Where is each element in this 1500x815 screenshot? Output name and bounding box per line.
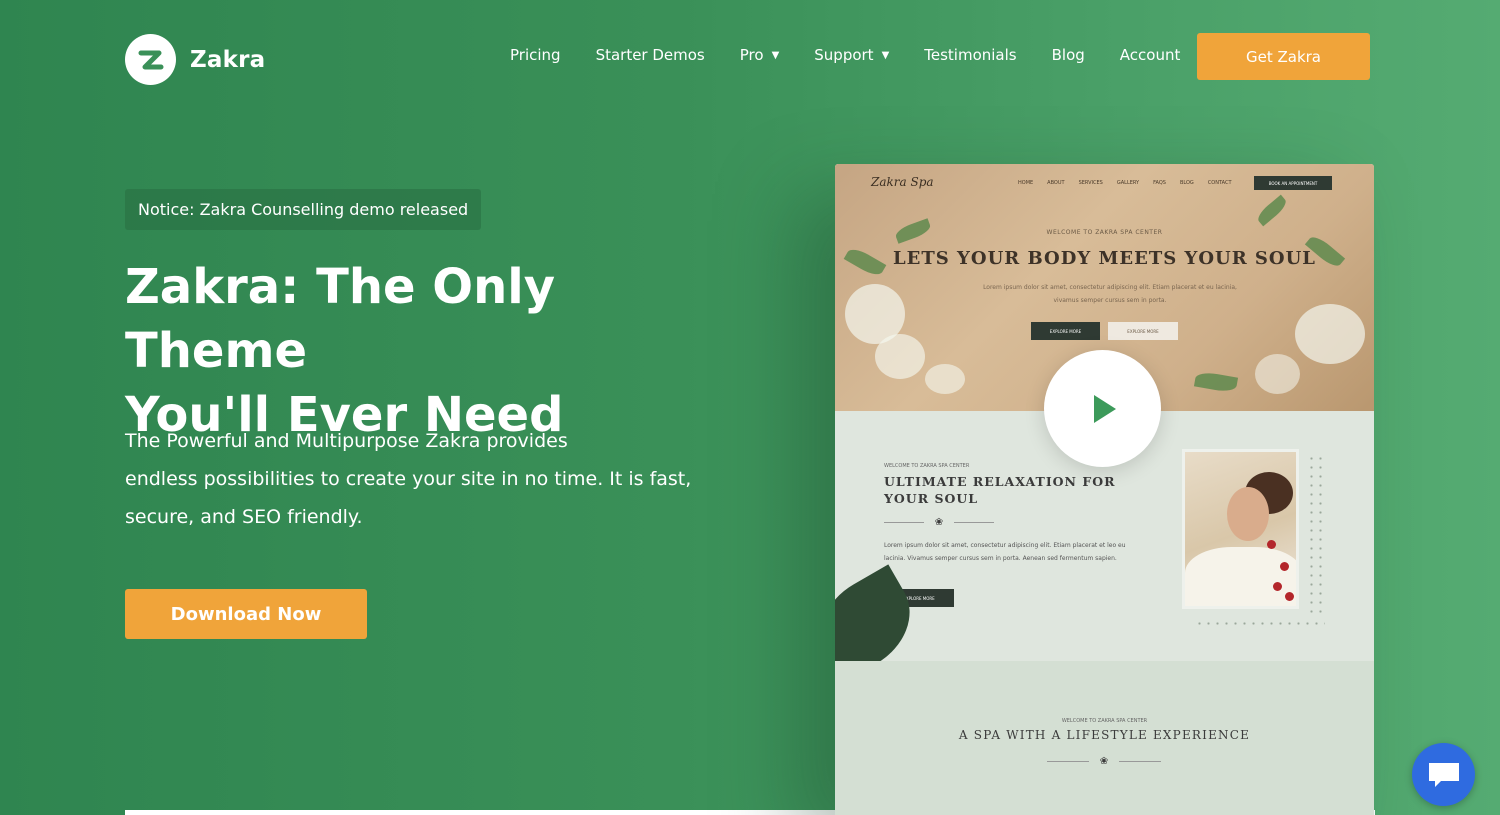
preview-menu-item: CONTACT xyxy=(1207,180,1232,186)
logo-text: Zakra xyxy=(190,46,266,73)
desc-line-3: secure, and SEO friendly. xyxy=(125,506,363,528)
nav-label: Blog xyxy=(1051,46,1085,64)
zakra-logo-icon xyxy=(125,34,176,85)
nav-item-pricing[interactable]: Pricing xyxy=(510,46,561,64)
nav-item-pro[interactable]: Pro ▼ xyxy=(740,46,780,64)
chevron-down-icon: ▼ xyxy=(771,49,780,61)
preview-book-button: BOOK AN APPOINTMENT xyxy=(1254,176,1332,190)
dot-pattern xyxy=(1307,454,1327,614)
nav-item-support[interactable]: Support ▼ xyxy=(814,46,889,64)
nav-label: Account xyxy=(1119,46,1181,64)
nav-item-blog[interactable]: Blog xyxy=(1052,46,1085,64)
preview-s3-divider: ❀ xyxy=(1047,755,1161,767)
flower-decoration xyxy=(1295,304,1365,364)
play-video-button[interactable] xyxy=(1044,350,1161,467)
preview-menu-item: BLOG xyxy=(1179,180,1194,186)
chat-widget-button[interactable] xyxy=(1412,743,1475,806)
flower-decoration xyxy=(875,334,925,379)
leaf-icon: ❀ xyxy=(934,516,944,528)
hero-description: The Powerful and Multipurpose Zakra prov… xyxy=(125,422,725,536)
page-title: Zakra: The Only Theme You'll Ever Need xyxy=(125,255,745,447)
preview-menu: HOME ABOUT SERVICES GALLERY FAQS BLOG CO… xyxy=(1018,180,1232,186)
play-icon xyxy=(1093,394,1116,423)
notice-badge[interactable]: Notice: Zakra Counselling demo released xyxy=(125,189,482,230)
preview-s2-welcome: WELCOME TO ZAKRA SPA CENTER xyxy=(884,463,970,469)
preview-s2-title: ULTIMATE RELAXATION FOR YOUR SOUL xyxy=(884,474,1116,506)
preview-explore-button: EXPLORE MORE xyxy=(1031,322,1100,340)
desc-line-2: endless possibilities to create your sit… xyxy=(125,468,692,490)
preview-s3-welcome: WELCOME TO ZAKRA SPA CENTER xyxy=(1061,718,1148,724)
nav-item-starter-demos[interactable]: Starter Demos xyxy=(596,46,705,64)
get-zakra-button[interactable]: Get Zakra xyxy=(1197,33,1370,80)
preview-section-lifestyle: WELCOME TO ZAKRA SPA CENTER A SPA WITH A… xyxy=(835,661,1374,815)
chat-bubble-icon xyxy=(1428,762,1459,787)
nav-label: Pricing xyxy=(510,46,561,64)
title-line-1: Zakra: The Only Theme xyxy=(125,259,555,379)
preview-explore-button-alt: EXPLORE MORE xyxy=(1108,322,1178,340)
leaf-icon xyxy=(1254,194,1290,227)
nav-label: Starter Demos xyxy=(595,46,705,64)
spa-woman-photo xyxy=(1182,449,1299,609)
nav-label: Testimonials xyxy=(924,46,1017,64)
notice-text: Notice: Zakra Counselling demo released xyxy=(138,200,469,219)
preview-s2-lorem: Lorem ipsum dolor sit amet, consectetur … xyxy=(884,542,1126,562)
video-preview[interactable]: Zakra Spa HOME ABOUT SERVICES GALLERY FA… xyxy=(835,164,1374,815)
leaf-icon xyxy=(1193,370,1239,394)
preview-menu-item: ABOUT xyxy=(1047,180,1065,186)
preview-s2-divider: ❀ xyxy=(884,516,994,528)
preview-menu-item: HOME xyxy=(1018,180,1034,186)
nav-item-testimonials[interactable]: Testimonials xyxy=(924,46,1016,64)
preview-lorem: Lorem ipsum dolor sit amet, consectetur … xyxy=(983,284,1237,304)
nav-item-account[interactable]: Account xyxy=(1120,46,1181,64)
preview-s3-title: A SPA WITH A LIFESTYLE EXPERIENCE xyxy=(958,728,1251,742)
site-logo[interactable]: Zakra xyxy=(125,34,265,85)
nav-label: Pro xyxy=(739,46,764,64)
preview-welcome: WELCOME TO ZAKRA SPA CENTER xyxy=(1046,229,1163,236)
main-nav: Pricing Starter Demos Pro ▼ Support ▼ Test… xyxy=(510,46,1215,64)
download-now-button[interactable]: Download Now xyxy=(125,589,367,639)
preview-menu-item: GALLERY xyxy=(1116,180,1140,186)
flower-decoration xyxy=(1255,354,1300,394)
preview-menu-item: FAQS xyxy=(1153,180,1166,186)
dot-pattern xyxy=(1195,619,1325,631)
preview-title: LETS YOUR BODY MEETS YOUR SOUL xyxy=(893,248,1316,269)
desc-line-1: The Powerful and Multipurpose Zakra prov… xyxy=(125,430,568,452)
preview-logo: Zakra Spa xyxy=(871,175,934,189)
chevron-down-icon: ▼ xyxy=(881,49,890,61)
nav-label: Support xyxy=(814,46,874,64)
flower-decoration xyxy=(925,364,965,394)
preview-menu-item: SERVICES xyxy=(1078,180,1103,186)
leaf-icon: ❀ xyxy=(1099,755,1109,767)
